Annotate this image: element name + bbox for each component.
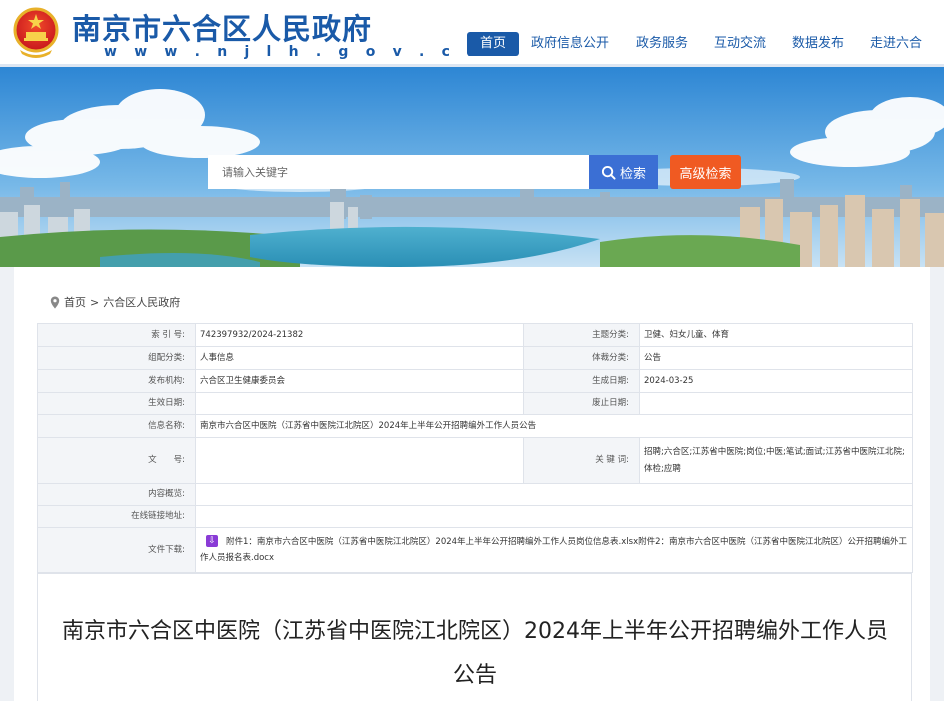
genre-category-value: 公告 xyxy=(639,346,913,370)
table-row: 在线链接地址: xyxy=(37,505,913,528)
keywords-label: 关 键 词: xyxy=(523,437,640,484)
national-emblem-icon xyxy=(13,7,59,58)
search-button-label: 检索 xyxy=(619,166,646,182)
breadcrumb-current-link[interactable]: 六合区人民政府 xyxy=(103,294,180,310)
info-name-value: 南京市六合区中医院（江苏省中医院江北院区）2024年上半年公开招聘编外工作人员公… xyxy=(195,414,913,438)
advanced-search-button[interactable]: 高级检索 xyxy=(670,155,741,189)
site-url: w w w . n j l h . g o v . c n xyxy=(104,44,484,60)
genre-category-label: 体裁分类: xyxy=(523,346,640,370)
topic-category-value: 卫健、妇女儿童、体育 xyxy=(639,323,913,347)
table-row: 文 号: 关 键 词: 招聘;六合区;江苏省中医院;岗位;中医;笔试;面试;江苏… xyxy=(37,437,913,484)
publisher-value: 六合区卫生健康委员会 xyxy=(195,369,524,393)
org-category-label: 组配分类: xyxy=(37,346,196,370)
online-link-value xyxy=(195,505,913,528)
site-title[interactable]: 南京市六合区人民政府 xyxy=(72,6,372,48)
nav-government-info[interactable]: 政府信息公开 xyxy=(531,32,609,56)
created-date-label: 生成日期: xyxy=(523,369,640,393)
topic-category-label: 主题分类: xyxy=(523,323,640,347)
document-number-label: 文 号: xyxy=(37,437,196,484)
index-number-label: 索 引 号: xyxy=(37,323,196,347)
metadata-table: 索 引 号: 742397932/2024-21382 主题分类: 卫健、妇女儿… xyxy=(37,323,913,573)
info-name-label: 信息名称: xyxy=(37,414,196,438)
table-row: 信息名称: 南京市六合区中医院（江苏省中医院江北院区）2024年上半年公开招聘编… xyxy=(37,414,913,438)
site-header: 南京市六合区人民政府 w w w . n j l h . g o v . c n… xyxy=(0,0,944,66)
search-icon xyxy=(601,165,616,180)
summary-label: 内容概览: xyxy=(37,483,196,506)
table-row: 文件下载: ⇩ 附件1：南京市六合区中医院（江苏省中医院江北院区）2024年上半年… xyxy=(37,527,913,573)
nav-home[interactable]: 首页 xyxy=(467,32,519,56)
article-title: 南京市六合区中医院（江苏省中医院江北院区）2024年上半年公开招聘编外工作人员公… xyxy=(62,619,888,688)
nav-data-release[interactable]: 数据发布 xyxy=(792,32,844,56)
online-link-label: 在线链接地址: xyxy=(37,505,196,528)
document-number-value xyxy=(195,437,524,484)
location-pin-icon xyxy=(50,296,60,308)
nav-interaction[interactable]: 互动交流 xyxy=(714,32,766,56)
table-row: 索 引 号: 742397932/2024-21382 主题分类: 卫健、妇女儿… xyxy=(37,323,913,347)
file-download-cell: ⇩ 附件1：南京市六合区中医院（江苏省中医院江北院区）2024年上半年公开招聘编外… xyxy=(195,527,913,573)
index-number-value: 742397932/2024-21382 xyxy=(195,323,524,347)
table-row: 发布机构: 六合区卫生健康委员会 生成日期: 2024-03-25 xyxy=(37,369,913,393)
effective-date-value xyxy=(195,392,524,415)
breadcrumb-home-link[interactable]: 首页 xyxy=(64,294,86,310)
search-input[interactable] xyxy=(208,155,589,189)
search-button[interactable]: 检索 xyxy=(589,155,658,189)
expire-date-label: 废止日期: xyxy=(523,392,640,415)
created-date-value: 2024-03-25 xyxy=(639,369,913,393)
file-download-label: 文件下载: xyxy=(37,527,196,573)
nav-about-luhe[interactable]: 走进六合 xyxy=(870,32,922,56)
download-icon: ⇩ xyxy=(206,535,218,548)
breadcrumb-separator: > xyxy=(90,295,100,309)
attachment-download-link[interactable]: 附件1：南京市六合区中医院（江苏省中医院江北院区）2024年上半年公开招聘编外工… xyxy=(200,537,907,563)
summary-value xyxy=(195,483,913,506)
table-row: 生效日期: 废止日期: xyxy=(37,392,913,415)
org-category-value: 人事信息 xyxy=(195,346,524,370)
keywords-value: 招聘;六合区;江苏省中医院;岗位;中医;笔试;面试;江苏省中医院江北院;体检;应… xyxy=(639,437,913,484)
nav-government-services[interactable]: 政务服务 xyxy=(636,32,688,56)
publisher-label: 发布机构: xyxy=(37,369,196,393)
breadcrumb: 首页 > 六合区人民政府 xyxy=(50,294,180,310)
table-row: 内容概览: xyxy=(37,483,913,506)
expire-date-value xyxy=(639,392,913,415)
effective-date-label: 生效日期: xyxy=(37,392,196,415)
table-row: 组配分类: 人事信息 体裁分类: 公告 xyxy=(37,346,913,370)
